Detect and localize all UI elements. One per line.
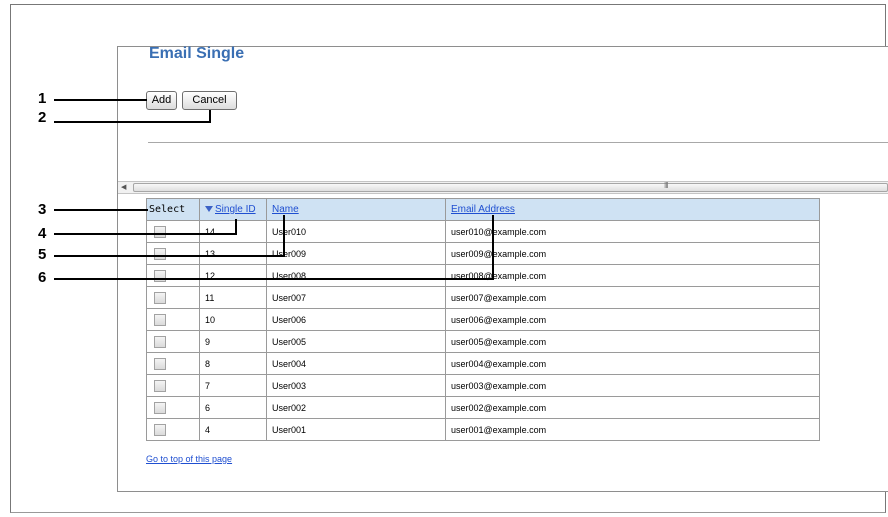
select-cell	[146, 308, 200, 331]
email-cell: user006@example.com	[445, 308, 820, 331]
row-select-checkbox[interactable]	[154, 423, 166, 436]
callout-3: 3	[38, 201, 47, 218]
single-id-cell: 11	[199, 286, 267, 309]
select-cell	[146, 352, 200, 375]
single-id-cell: 8	[199, 352, 267, 375]
table-row: 14 User010 user010@example.com	[146, 220, 820, 243]
select-cell	[146, 374, 200, 397]
row-select-checkbox[interactable]	[154, 335, 166, 348]
single-id-cell: 14	[199, 220, 267, 243]
email-cell: user010@example.com	[445, 220, 820, 243]
row-select-checkbox[interactable]	[154, 225, 166, 238]
table-row: 12 User008 user008@example.com	[146, 264, 820, 287]
single-id-cell: 12	[199, 264, 267, 287]
email-cell: user005@example.com	[445, 330, 820, 353]
scroll-left-arrow-icon[interactable]: ◀	[121, 183, 126, 191]
name-cell: User005	[266, 330, 446, 353]
separator-line	[148, 142, 888, 143]
column-header-email[interactable]: Email Address	[445, 198, 820, 221]
callout-line-2-vertical	[209, 110, 211, 123]
select-cell	[146, 220, 200, 243]
row-select-checkbox[interactable]	[154, 313, 166, 326]
email-cell: user003@example.com	[445, 374, 820, 397]
go-to-top-link[interactable]: Go to top of this page	[146, 454, 232, 464]
name-cell: User001	[266, 418, 446, 441]
select-cell	[146, 264, 200, 287]
select-cell	[146, 242, 200, 265]
callout-4: 4	[38, 225, 47, 242]
callout-line-2	[54, 121, 210, 123]
name-cell: User009	[266, 242, 446, 265]
table-header-row: Select Single ID Name Email Address	[146, 198, 820, 221]
select-cell	[146, 418, 200, 441]
table-row: 13 User009 user009@example.com	[146, 242, 820, 265]
column-header-name[interactable]: Name	[266, 198, 446, 221]
table-row: 8 User004 user004@example.com	[146, 352, 820, 375]
name-cell: User002	[266, 396, 446, 419]
email-cell: user001@example.com	[445, 418, 820, 441]
table-row: 6 User002 user002@example.com	[146, 396, 820, 419]
row-select-checkbox[interactable]	[154, 357, 166, 370]
name-cell: User007	[266, 286, 446, 309]
name-cell: User010	[266, 220, 446, 243]
callout-line-4-vertical	[235, 219, 237, 235]
add-button[interactable]: Add	[146, 91, 177, 110]
name-cell: User003	[266, 374, 446, 397]
row-select-checkbox[interactable]	[154, 401, 166, 414]
callout-line-3	[54, 209, 148, 211]
select-cell	[146, 286, 200, 309]
single-id-cell: 6	[199, 396, 267, 419]
name-cell: User004	[266, 352, 446, 375]
name-cell: User008	[266, 264, 446, 287]
horizontal-scrollbar[interactable]: ◀ III	[118, 181, 888, 194]
callout-line-5-vertical	[283, 215, 285, 257]
table-row: 7 User003 user003@example.com	[146, 374, 820, 397]
callout-1: 1	[38, 90, 47, 107]
email-cell: user004@example.com	[445, 352, 820, 375]
callout-line-5	[54, 255, 285, 257]
callout-line-6-vertical	[492, 215, 494, 280]
email-cell: user008@example.com	[445, 264, 820, 287]
row-select-checkbox[interactable]	[154, 379, 166, 392]
page-title: Email Single	[149, 45, 245, 62]
email-cell: user009@example.com	[445, 242, 820, 265]
single-id-cell: 13	[199, 242, 267, 265]
select-cell	[146, 396, 200, 419]
sort-email-link[interactable]: Email Address	[451, 204, 515, 215]
callout-line-6	[54, 278, 494, 280]
single-id-cell: 7	[199, 374, 267, 397]
column-header-single-id[interactable]: Single ID	[199, 198, 267, 221]
row-select-checkbox[interactable]	[154, 247, 166, 260]
select-cell	[146, 330, 200, 353]
callout-line-1	[54, 99, 147, 101]
row-select-checkbox[interactable]	[154, 291, 166, 304]
single-id-cell: 9	[199, 330, 267, 353]
single-id-cell: 4	[199, 418, 267, 441]
scrollbar-thumb[interactable]: III	[133, 181, 888, 192]
sort-single-id-link[interactable]: Single ID	[215, 204, 256, 215]
table-row: 11 User007 user007@example.com	[146, 286, 820, 309]
scrollbar-grip-icon: III	[664, 181, 669, 190]
email-cell: user002@example.com	[445, 396, 820, 419]
callout-2: 2	[38, 109, 47, 126]
table-row: 9 User005 user005@example.com	[146, 330, 820, 353]
name-cell: User006	[266, 308, 446, 331]
table-row: 10 User006 user006@example.com	[146, 308, 820, 331]
email-cell: user007@example.com	[445, 286, 820, 309]
table-row: 4 User001 user001@example.com	[146, 418, 820, 441]
callout-6: 6	[38, 269, 47, 286]
sort-name-link[interactable]: Name	[272, 204, 299, 215]
callout-5: 5	[38, 246, 47, 263]
single-id-cell: 10	[199, 308, 267, 331]
column-header-select: Select	[146, 198, 200, 221]
email-table: Select Single ID Name Email Address 14 Us…	[146, 198, 820, 441]
sort-descending-icon	[205, 206, 213, 213]
cancel-button[interactable]: Cancel	[182, 91, 237, 110]
callout-line-4	[54, 233, 236, 235]
